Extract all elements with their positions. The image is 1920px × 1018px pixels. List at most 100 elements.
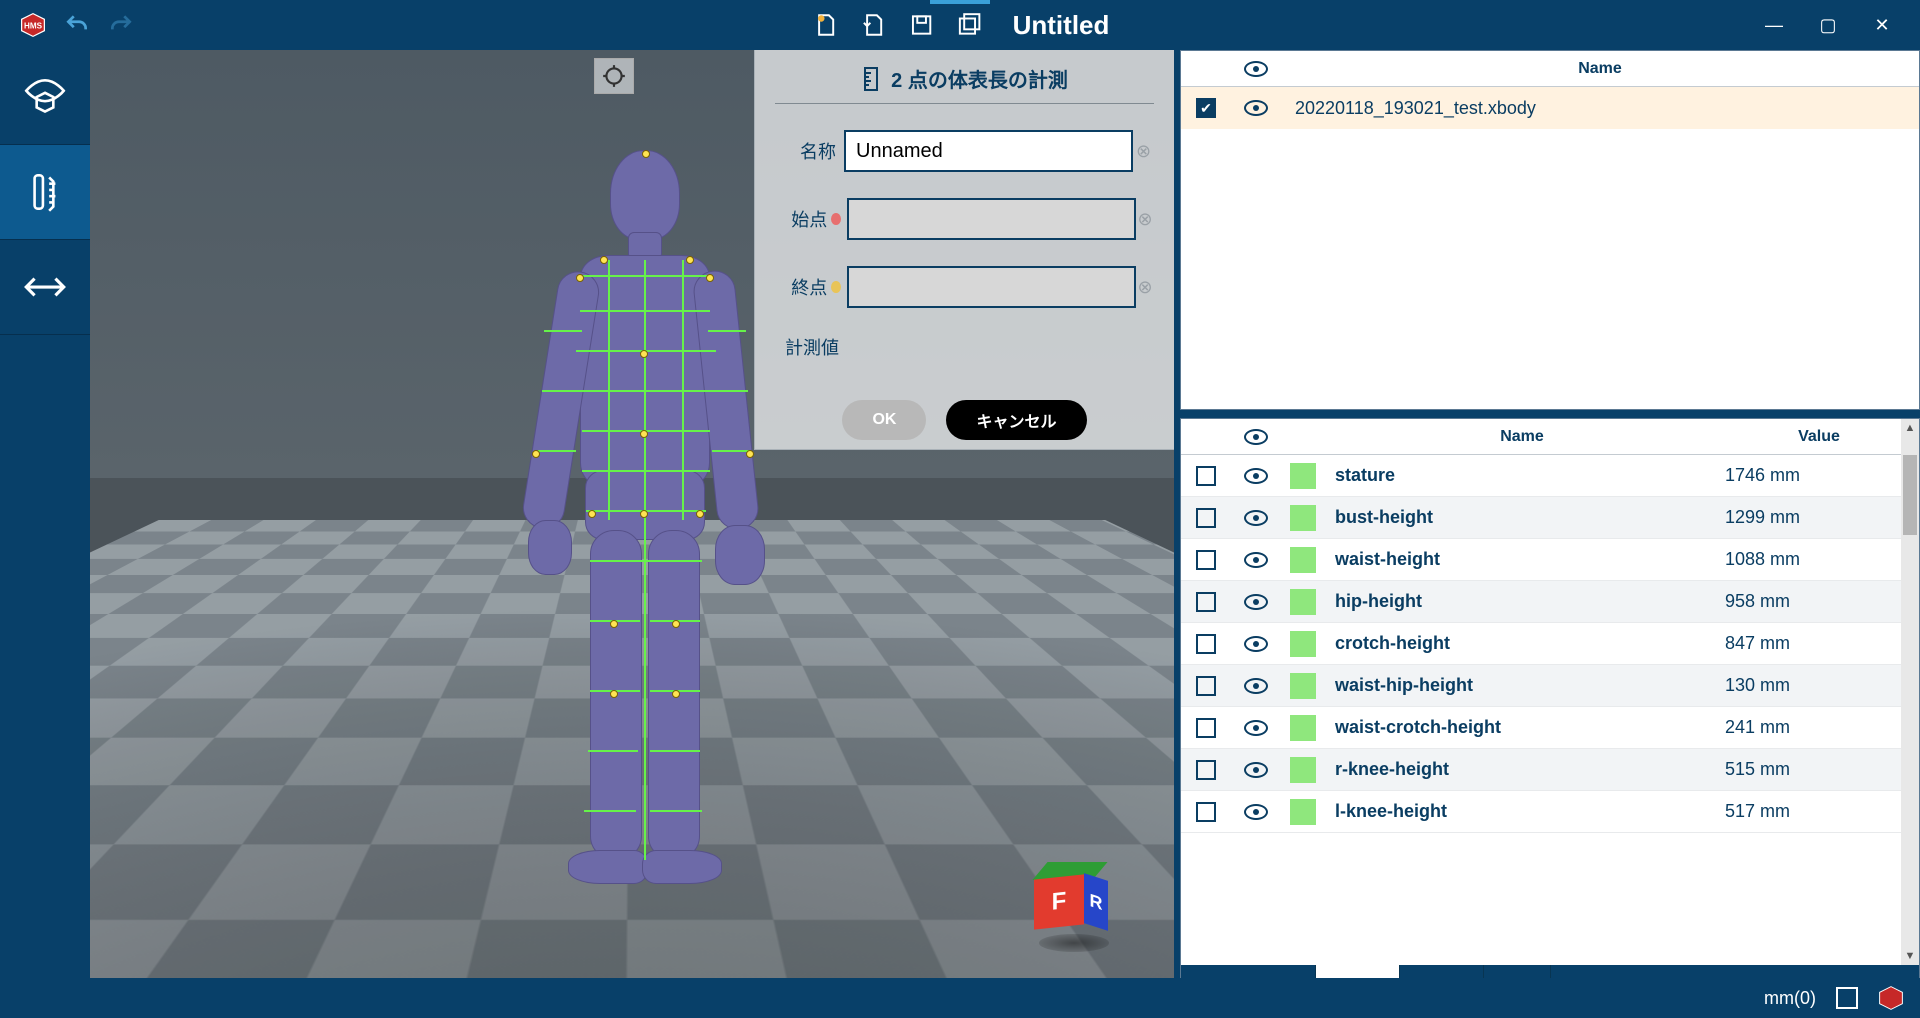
- orientation-cube[interactable]: F R: [1034, 862, 1114, 942]
- cube-right-label: R: [1084, 873, 1108, 931]
- files-header-name[interactable]: Name: [1281, 60, 1919, 78]
- eye-icon[interactable]: [1244, 594, 1268, 610]
- clear-start-icon[interactable]: ⊗: [1136, 209, 1154, 230]
- measure-checkbox[interactable]: [1196, 550, 1216, 570]
- measure-name: l-knee-height: [1325, 801, 1719, 822]
- measure-checkbox[interactable]: [1196, 718, 1216, 738]
- new-doc-icon[interactable]: [811, 10, 841, 40]
- status-toggle-icon[interactable]: [1836, 987, 1858, 1009]
- svg-text:HMS: HMS: [24, 21, 43, 30]
- open-doc-icon[interactable]: [859, 10, 889, 40]
- label-start: 始点: [775, 206, 835, 232]
- color-swatch[interactable]: [1290, 547, 1316, 573]
- measure-checkbox[interactable]: [1196, 592, 1216, 612]
- file-checkbox[interactable]: [1196, 98, 1216, 118]
- input-start[interactable]: [847, 198, 1136, 240]
- measure-row[interactable]: bust-height1299 mm: [1181, 497, 1919, 539]
- measure-row[interactable]: waist-hip-height130 mm: [1181, 665, 1919, 707]
- eye-icon[interactable]: [1244, 804, 1268, 820]
- measure-header-name[interactable]: Name: [1325, 428, 1719, 446]
- measure-dialog: 2 点の体表長の計測 名称 ⊗ 始点 ⊗ 終点 ⊗: [754, 50, 1174, 450]
- app-logo-icon[interactable]: HMS: [18, 10, 48, 40]
- eye-icon[interactable]: [1244, 100, 1268, 116]
- eye-icon: [1244, 61, 1268, 77]
- measure-checkbox[interactable]: [1196, 676, 1216, 696]
- label-value: 計測値: [775, 334, 847, 360]
- input-end[interactable]: [847, 266, 1136, 308]
- window-maximize[interactable]: ▢: [1810, 11, 1846, 39]
- right-panel: Name 20220118_193021_test.xbody Name Val…: [1180, 50, 1920, 1008]
- measure-name: crotch-height: [1325, 633, 1719, 654]
- color-swatch[interactable]: [1290, 589, 1316, 615]
- measure-checkbox[interactable]: [1196, 760, 1216, 780]
- measure-value: 958 mm: [1719, 591, 1919, 612]
- input-name[interactable]: [844, 130, 1133, 172]
- measure-name: waist-height: [1325, 549, 1719, 570]
- save-all-icon[interactable]: [955, 10, 985, 40]
- color-swatch[interactable]: [1290, 505, 1316, 531]
- eye-icon[interactable]: [1244, 552, 1268, 568]
- measure-checkbox[interactable]: [1196, 466, 1216, 486]
- clear-name-icon[interactable]: ⊗: [1133, 141, 1154, 162]
- titlebar: HMS Untitled — ▢ ✕: [0, 0, 1920, 50]
- file-row[interactable]: 20220118_193021_test.xbody: [1181, 87, 1919, 129]
- eye-icon[interactable]: [1244, 720, 1268, 736]
- measure-header-value[interactable]: Value: [1719, 428, 1919, 446]
- scroll-thumb[interactable]: [1903, 455, 1917, 535]
- label-end: 終点: [775, 274, 835, 300]
- scrollbar[interactable]: ▲ ▼: [1901, 419, 1919, 965]
- redo-icon[interactable]: [106, 10, 136, 40]
- measure-value: 1299 mm: [1719, 507, 1919, 528]
- window-minimize[interactable]: —: [1756, 11, 1792, 39]
- viewport-reset-icon[interactable]: [594, 58, 634, 94]
- undo-icon[interactable]: [62, 10, 92, 40]
- viewport[interactable]: F R 2 点の体表長の計測 名称 ⊗ 始点 ⊗: [90, 50, 1174, 1002]
- measure-name: r-knee-height: [1325, 759, 1719, 780]
- eye-icon[interactable]: [1244, 468, 1268, 484]
- measure-value: 1088 mm: [1719, 549, 1919, 570]
- status-logo-icon[interactable]: [1878, 985, 1904, 1011]
- clear-end-icon[interactable]: ⊗: [1136, 277, 1154, 298]
- status-unit[interactable]: mm(0): [1764, 988, 1816, 1009]
- measure-row[interactable]: hip-height958 mm: [1181, 581, 1919, 623]
- color-swatch[interactable]: [1290, 631, 1316, 657]
- color-swatch[interactable]: [1290, 757, 1316, 783]
- eye-icon: [1244, 429, 1268, 445]
- color-swatch[interactable]: [1290, 799, 1316, 825]
- scroll-down-icon[interactable]: ▼: [1901, 947, 1919, 965]
- measure-row[interactable]: crotch-height847 mm: [1181, 623, 1919, 665]
- eye-icon[interactable]: [1244, 762, 1268, 778]
- measure-checkbox[interactable]: [1196, 634, 1216, 654]
- color-swatch[interactable]: [1290, 463, 1316, 489]
- measure-row[interactable]: r-knee-height515 mm: [1181, 749, 1919, 791]
- scroll-up-icon[interactable]: ▲: [1901, 419, 1919, 437]
- measure-name: hip-height: [1325, 591, 1719, 612]
- measure-value: 1746 mm: [1719, 465, 1919, 486]
- statusbar: mm(0): [0, 978, 1920, 1018]
- color-swatch[interactable]: [1290, 715, 1316, 741]
- start-color-dot: [831, 213, 841, 225]
- measure-value: 241 mm: [1719, 717, 1919, 738]
- label-name: 名称: [775, 138, 844, 164]
- measure-row[interactable]: waist-crotch-height241 mm: [1181, 707, 1919, 749]
- measure-value: 517 mm: [1719, 801, 1919, 822]
- measure-name: bust-height: [1325, 507, 1719, 528]
- measure-row[interactable]: l-knee-height517 mm: [1181, 791, 1919, 833]
- eye-icon[interactable]: [1244, 678, 1268, 694]
- measure-value: 847 mm: [1719, 633, 1919, 654]
- color-swatch[interactable]: [1290, 673, 1316, 699]
- measure-checkbox[interactable]: [1196, 802, 1216, 822]
- eye-icon[interactable]: [1244, 510, 1268, 526]
- tool-measure-icon[interactable]: [0, 145, 90, 240]
- body-model[interactable]: [510, 150, 770, 910]
- measure-row[interactable]: stature1746 mm: [1181, 455, 1919, 497]
- eye-icon[interactable]: [1244, 636, 1268, 652]
- tool-compare-icon[interactable]: [0, 240, 90, 335]
- measure-row[interactable]: waist-height1088 mm: [1181, 539, 1919, 581]
- window-close[interactable]: ✕: [1864, 11, 1900, 39]
- ok-button[interactable]: OK: [842, 400, 926, 440]
- save-icon[interactable]: [907, 10, 937, 40]
- measure-checkbox[interactable]: [1196, 508, 1216, 528]
- cancel-button[interactable]: キャンセル: [946, 400, 1086, 440]
- tool-view-icon[interactable]: [0, 50, 90, 145]
